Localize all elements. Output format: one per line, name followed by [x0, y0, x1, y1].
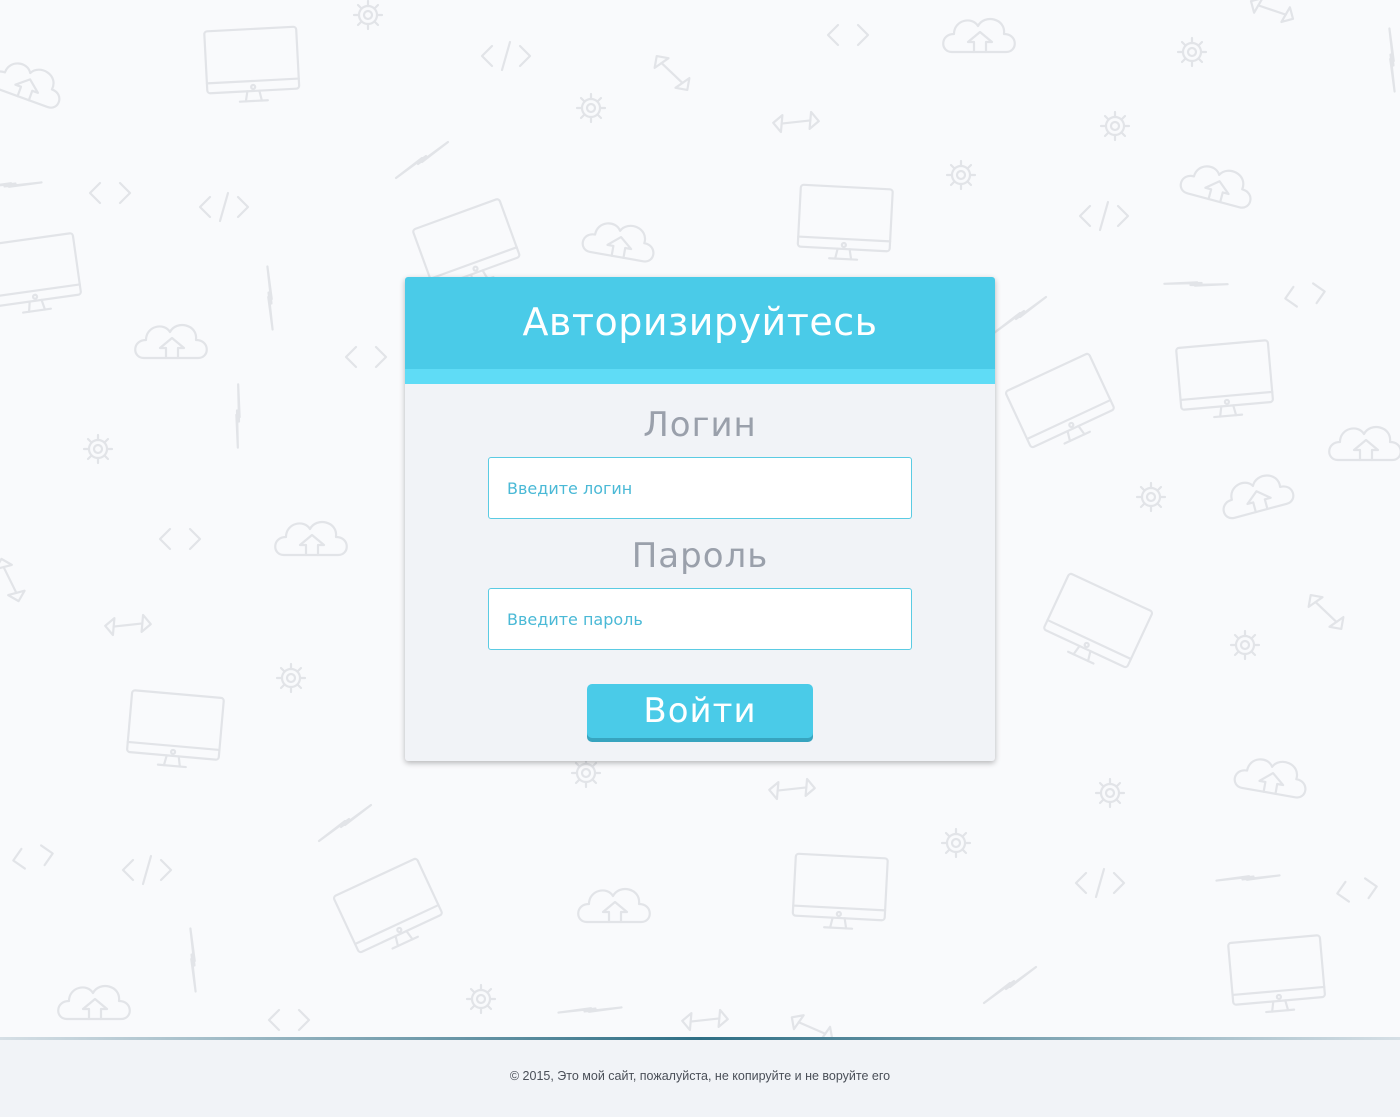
- login-submit-button[interactable]: Войти: [587, 684, 813, 738]
- header-accent-stripe: [405, 369, 995, 384]
- footer: © 2015, Это мой сайт, пожалуйста, не коп…: [0, 1037, 1400, 1117]
- login-card-title: Авторизируйтесь: [522, 300, 878, 344]
- password-input[interactable]: [488, 588, 912, 650]
- login-card-header: Авторизируйтесь: [405, 277, 995, 369]
- footer-divider: [0, 1037, 1400, 1040]
- footer-copyright: © 2015, Это мой сайт, пожалуйста, не коп…: [509, 1069, 891, 1083]
- login-label: Логин: [643, 405, 757, 445]
- login-input[interactable]: [488, 457, 912, 519]
- login-card: Авторизируйтесь Логин Пароль Войти: [405, 277, 995, 761]
- password-label: Пароль: [631, 536, 769, 576]
